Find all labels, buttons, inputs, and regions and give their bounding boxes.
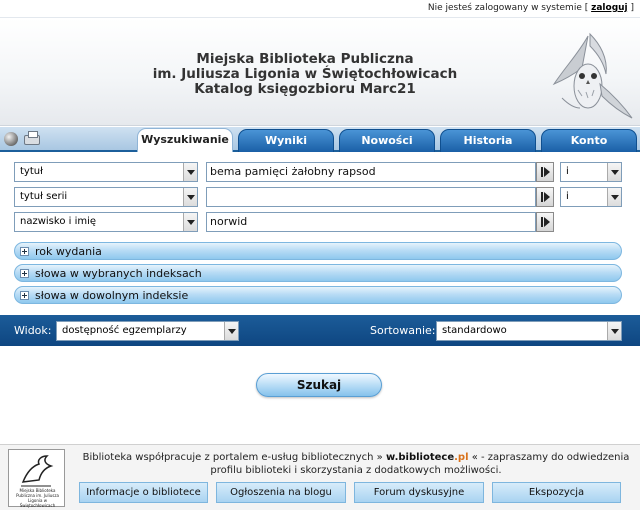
chevron-down-icon [607,188,621,206]
owl-icon [552,32,633,119]
tab-historia[interactable]: Historia [440,129,536,152]
top-status-bar: Nie jesteś zalogowany w systemie [ zalog… [0,0,640,18]
view-sort-bar: Widok: dostępność egzemplarzy Sortowanie… [0,315,640,346]
blog-button[interactable]: Ogłoszenia na blogu [216,482,346,503]
tab-wyniki[interactable]: Wyniki [238,129,334,152]
portal-name: w.bibliotece [385,452,455,463]
login-link[interactable]: zaloguj [591,3,628,13]
view-label: Widok: [14,324,52,337]
search-button[interactable]: Szukaj [256,373,382,397]
exposition-button[interactable]: Ekspozycja [492,482,621,503]
view-select[interactable]: dostępność egzemplarzy [56,321,239,341]
search-input-3[interactable]: norwid [206,212,536,232]
disc-icon[interactable] [4,132,18,146]
field-select-2[interactable]: tytuł serii [14,187,198,207]
tab-bar: Wyszukiwanie Wyniki Nowości Historia Kon… [0,127,640,153]
expander-label: słowa w dowolnym indeksie [35,289,189,302]
library-title: Miejska Biblioteka Publiczna im. Juliusz… [140,52,470,97]
search-input-2[interactable] [206,187,536,207]
operator-select-1-value: i [566,166,569,177]
index-browse-icon[interactable] [536,162,554,182]
expander-rok-wydania[interactable]: rok wydania [14,242,622,260]
pegasus-icon [21,455,54,487]
index-browse-icon[interactable] [536,212,554,232]
plus-icon [20,247,29,256]
info-button[interactable]: Informacje o bibliotece [79,482,208,503]
tab-konto[interactable]: Konto [541,129,637,152]
operator-select-2-value: i [566,191,569,202]
tab-wyszukiwanie[interactable]: Wyszukiwanie [137,128,233,153]
expander-label: słowa w wybranych indeksach [35,267,202,280]
operator-select-2[interactable]: i [560,187,622,207]
footer: Miejska Biblioteka Publiczna im. Juliusz… [0,444,640,510]
login-status: Nie jesteś zalogowany w systemie [ zalog… [427,3,634,13]
chevron-down-icon [607,163,621,181]
plus-icon [20,291,29,300]
login-status-text: Nie jesteś zalogowany w systemie [427,3,582,13]
expander-slowa-wybrane[interactable]: słowa w wybranych indeksach [14,264,622,282]
chevron-down-icon [183,188,197,206]
title-line-2: im. Juliusza Ligonia w Świętochłowicach [152,66,458,82]
library-logo: Miejska Biblioteka Publiczna im. Juliusz… [8,449,65,508]
field-select-1-value: tytuł [20,166,43,177]
index-browse-icon[interactable] [536,187,554,207]
portal-tld: .pl [454,452,469,463]
sort-select-value: standardowo [442,325,507,336]
plus-icon [20,269,29,278]
chevron-down-icon [183,213,197,231]
logo-text: Miejska Biblioteka Publiczna im. Juliusz… [16,488,59,508]
search-form: tytuł bema pamięci żałobny rapsod i tytu… [0,152,640,315]
chevron-down-icon [183,163,197,181]
footer-text: Biblioteka współpracuje z portalem e-usł… [82,451,630,477]
sort-label: Sortowanie: [370,324,436,337]
expander-slowa-dowolne[interactable]: słowa w dowolnym indeksie [14,286,622,304]
field-select-3-value: nazwisko i imię [20,216,97,227]
site-header: Miejska Biblioteka Publiczna im. Juliusz… [0,18,640,126]
field-select-3[interactable]: nazwisko i imię [14,212,198,232]
view-select-value: dostępność egzemplarzy [62,325,187,336]
chevron-down-icon [607,322,621,340]
portal-link[interactable]: w.bibliotece.pl [386,452,469,463]
title-line-1: Miejska Biblioteka Publiczna [196,51,414,67]
sort-select[interactable]: standardowo [436,321,622,341]
printer-icon[interactable] [24,131,40,145]
forum-button[interactable]: Forum dyskusyjne [354,482,484,503]
title-line-3: Katalog księgozbioru Marc21 [194,81,416,97]
footer-text-before: Biblioteka współpracuje z portalem e-usł… [82,452,383,463]
chevron-down-icon [224,322,238,340]
field-select-2-value: tytuł serii [20,191,68,202]
field-select-1[interactable]: tytuł [14,162,198,182]
expander-label: rok wydania [35,245,102,258]
operator-select-1[interactable]: i [560,162,622,182]
search-input-1[interactable]: bema pamięci żałobny rapsod [206,162,536,182]
tab-nowosci[interactable]: Nowości [339,129,435,152]
